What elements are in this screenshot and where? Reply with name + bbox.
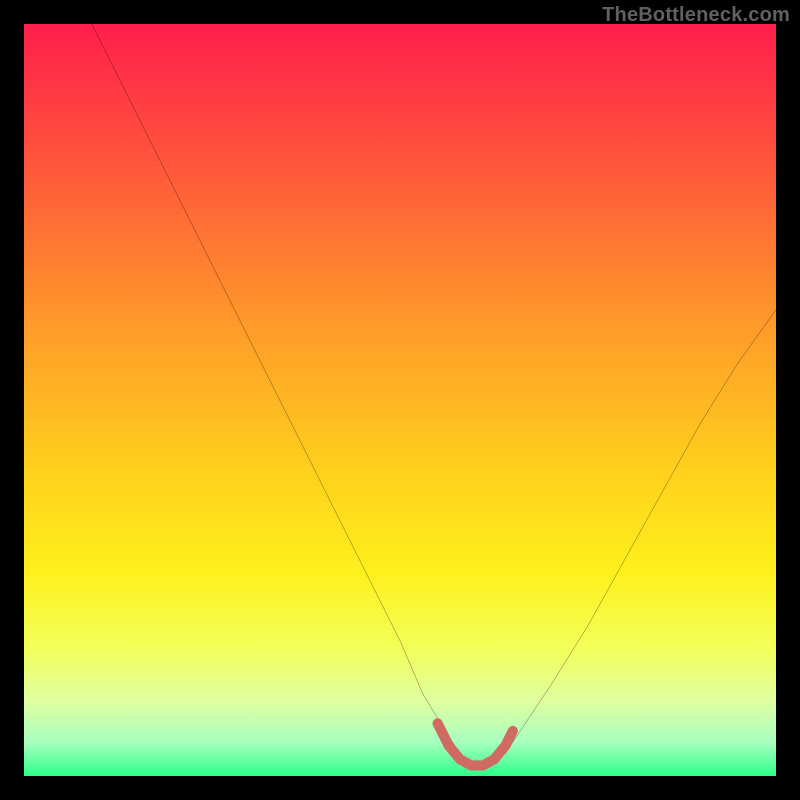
bottleneck-curve-chart [24,24,776,776]
watermark-text: TheBottleneck.com [602,4,790,27]
plot-background [24,24,776,776]
chart-frame: TheBottleneck.com [0,0,800,800]
